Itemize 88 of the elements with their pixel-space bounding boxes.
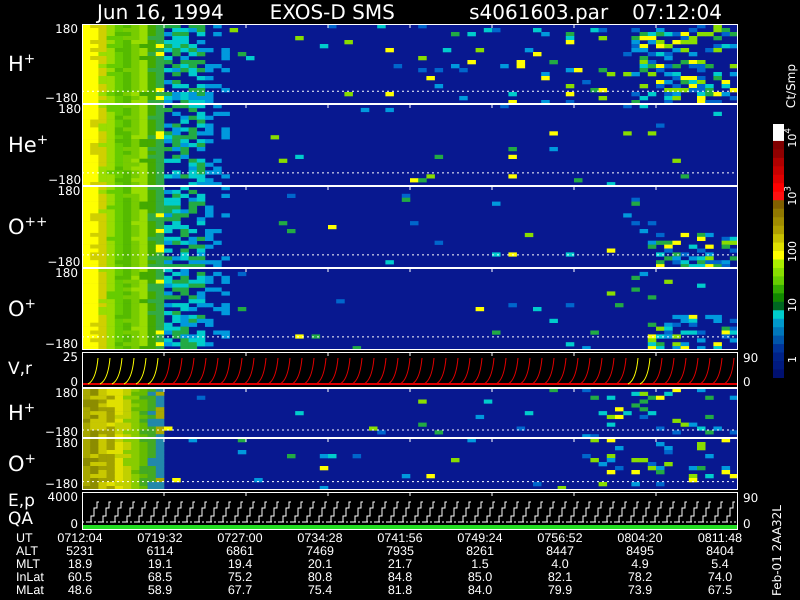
table-cell-text: 0741:56 (376, 532, 424, 545)
table-cell-text: 20.1 (306, 558, 334, 571)
table-cell-text: 67.5 (706, 584, 734, 597)
axis-tick-label: −180 (45, 479, 78, 490)
table-cell-text: 21.7 (386, 558, 414, 571)
axis-tick-label: 0 (70, 377, 78, 388)
table-cell-text: 0749:24 (456, 532, 504, 545)
axis-tick-label: −180 (45, 93, 78, 104)
table-cell-text: 8404 (705, 545, 735, 558)
table-cell-text: 6114 (146, 545, 174, 558)
axis-tick-label: 180 (54, 24, 78, 35)
row-label: MLT (15, 558, 42, 571)
table-cell-text: 0756:52 (536, 532, 584, 545)
axis-tick-label: 180 (55, 438, 78, 449)
panel-label: O$^{+}$ (8, 452, 37, 476)
axis-tick-label: 4000 (47, 492, 78, 503)
row-label: MLat (15, 584, 45, 597)
panel-label: H$^{+}$ (8, 52, 36, 76)
axis-tick-label: 0 (743, 518, 752, 530)
table-cell-text: 75.4 (306, 584, 334, 597)
table-cell-text: 5231 (65, 545, 95, 558)
table-cell-text: 1.5 (470, 558, 490, 571)
table-cell-text: 19.4 (226, 558, 254, 571)
table-cell-text: 0811:48 (696, 532, 744, 545)
axis-tick-label: −180 (47, 257, 80, 268)
table-cell-text: 80.8 (306, 571, 334, 584)
axis-tick-label: 180 (57, 186, 80, 197)
axis-tick-label: −180 (45, 339, 78, 350)
table-cell-text: 0719:32 (136, 532, 184, 545)
axis-tick-label: 0 (743, 376, 752, 388)
table-cell-text: 0727:00 (216, 532, 264, 545)
table-cell-text: 79.9 (546, 584, 574, 597)
table-cell-text: 18.9 (66, 558, 94, 571)
panel-label: H$^{+}$ (8, 401, 36, 425)
table-cell-text: 81.8 (386, 584, 414, 597)
table-cell-text: 85.0 (466, 571, 494, 584)
table-cell-text: 60.5 (66, 571, 94, 584)
table-cell-text: 8495 (625, 545, 655, 558)
color-scale-label: 100 (787, 241, 799, 262)
table-cell-text: 8261 (465, 545, 495, 558)
axis-tick-label: 90 (743, 492, 760, 504)
axis-tick-label: 90 (743, 352, 760, 364)
table-cell-text: 73.9 (626, 584, 654, 597)
axis-tick-label: −180 (45, 427, 78, 438)
table-cell-text: 0804:20 (616, 532, 664, 545)
table-cell-text: 74.0 (706, 571, 734, 584)
panel-label: He$^{+}$ (8, 133, 48, 157)
panel-label: E,p (8, 493, 36, 511)
table-cell-text: 82.1 (546, 571, 574, 584)
table-cell-text: 78.2 (626, 571, 654, 584)
row-label: InLat (15, 571, 45, 584)
table-cell-text: 75.2 (226, 571, 254, 584)
plot-title: EXOS-D SMS (270, 0, 395, 24)
table-cell-text: 7935 (385, 545, 415, 558)
panel-label: QA (8, 511, 34, 529)
table-cell: 0712:04 (56, 532, 104, 545)
footer-code: Feb-01 2AA32L (771, 504, 784, 596)
table-cell-text: 84.0 (466, 584, 494, 597)
table-cell-text: 0734:28 (296, 532, 344, 545)
panel-label: V,r (8, 361, 34, 379)
axis-tick-label: −180 (48, 175, 82, 186)
table-cell-text: 6861 (225, 545, 255, 558)
color-scale-label: 10 (787, 298, 799, 312)
table-cell-text: 8447 (545, 545, 575, 558)
table-cell-text: 5.4 (710, 558, 730, 571)
table-cell-text: 48.6 (66, 584, 94, 597)
color-scale-label: 1 (787, 356, 799, 364)
table-cell-text: 58.9 (146, 584, 174, 597)
table-cell-text: 68.5 (146, 571, 174, 584)
axis-tick-label: 180 (54, 388, 78, 399)
axis-tick-label: 0 (69, 519, 78, 530)
table-cell-text: 19.1 (146, 558, 174, 571)
table-cell-text: 67.7 (226, 584, 254, 597)
axis-tick-label: 180 (58, 104, 82, 115)
file-name: s4061603.par (469, 0, 608, 24)
table-cell-text: 4.0 (550, 558, 570, 571)
table-cell-text: 4.9 (630, 558, 650, 571)
color-scale-title: Ct/Smp (785, 64, 798, 108)
panel-label: O$^{+}$ (8, 297, 37, 321)
table-cell-text: 84.8 (386, 571, 414, 584)
axis-tick-label: 180 (55, 268, 78, 279)
table-cell-text: 7469 (305, 545, 335, 558)
date-title: Jun 16, 1994 (97, 0, 224, 24)
row-label: UT (15, 532, 34, 545)
axis-tick-label: 25 (62, 352, 78, 363)
start-time: 07:12:04 (632, 0, 722, 24)
row-label: ALT (15, 545, 39, 558)
panel-label: O$^{++}$ (8, 215, 48, 239)
